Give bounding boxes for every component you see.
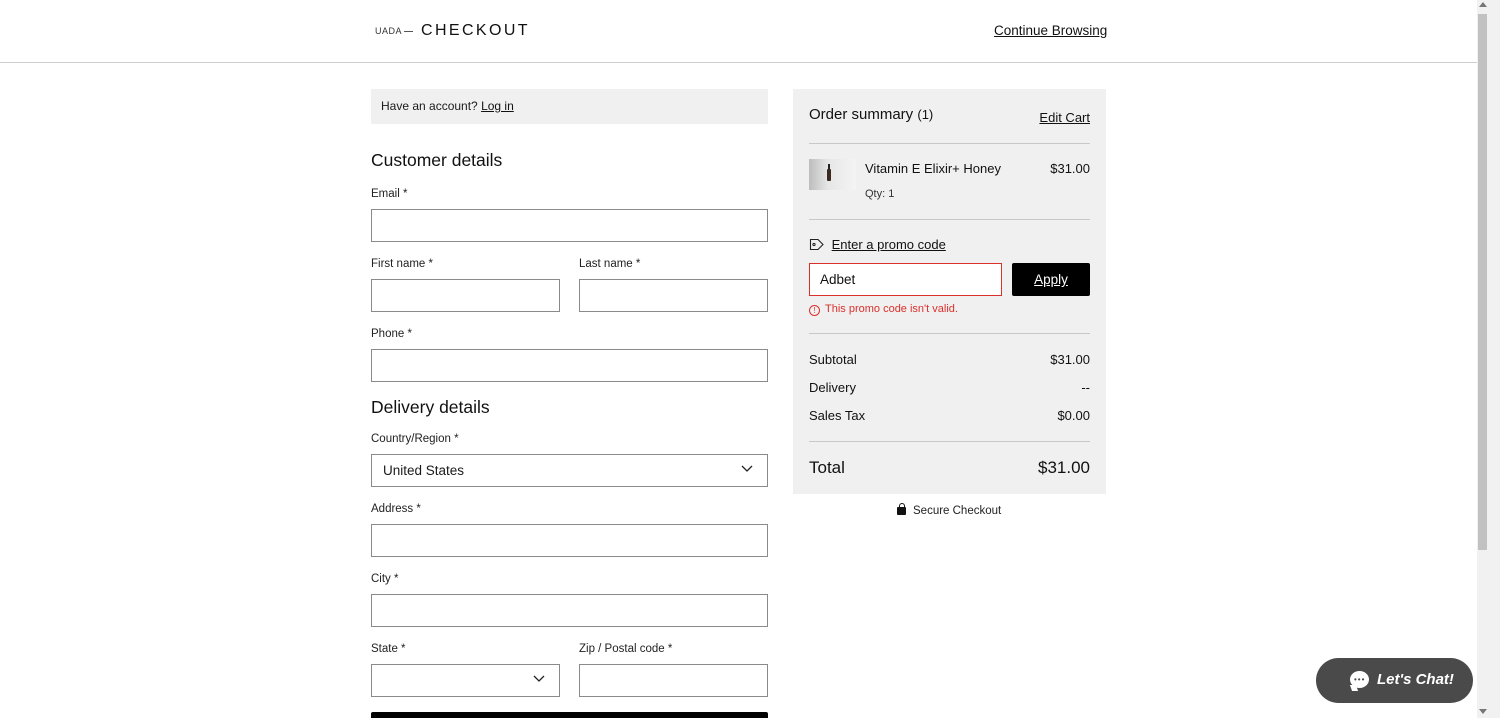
logo-mark-icon (404, 31, 414, 33)
subtotal-label: Subtotal (809, 352, 857, 367)
sales-tax-value: $0.00 (1057, 408, 1090, 423)
country-value: United States (383, 463, 465, 478)
login-prompt: Have an account? (381, 99, 478, 113)
country-label: Country/Region * (371, 433, 459, 445)
promo-code-link[interactable]: Enter a promo code (809, 237, 946, 252)
address-field[interactable] (371, 524, 768, 557)
city-field[interactable] (371, 594, 768, 627)
subtotal-value: $31.00 (1050, 352, 1090, 367)
total-value: $31.00 (1038, 458, 1090, 477)
product-price: $31.00 (1050, 161, 1090, 176)
divider (809, 333, 1090, 334)
scroll-up-arrow-icon[interactable] (1479, 2, 1487, 7)
last-name-label: Last name * (579, 258, 641, 270)
store-logo[interactable]: UADA (375, 26, 414, 36)
item-count: (1) (917, 107, 934, 122)
chevron-down-icon (533, 675, 545, 682)
email-label: Email * (371, 188, 408, 200)
divider (809, 143, 1090, 144)
phone-label: Phone * (371, 328, 412, 340)
product-thumbnail (809, 159, 856, 190)
page-title: CHECKOUT (421, 22, 530, 39)
divider (809, 219, 1090, 220)
continue-button[interactable] (371, 712, 768, 718)
customer-details-title: Customer details (371, 150, 503, 170)
zip-label: Zip / Postal code * (579, 643, 673, 655)
promo-code-input[interactable]: Adbet (809, 263, 1002, 296)
order-summary-label: Order summary (809, 106, 914, 123)
email-field[interactable] (371, 209, 768, 242)
country-select[interactable]: United States (371, 454, 768, 487)
total-label: Total (809, 458, 845, 477)
last-name-field[interactable] (579, 279, 768, 312)
city-label: City * (371, 573, 399, 585)
lock-icon (897, 503, 906, 515)
first-name-field[interactable] (371, 279, 560, 312)
header: UADA CHECKOUT Continue Browsing (0, 0, 1477, 63)
product-qty: Qty: 1 (865, 188, 895, 200)
secure-checkout: Secure Checkout (897, 503, 1002, 517)
delivery-value: -- (1081, 380, 1090, 395)
sales-tax-label: Sales Tax (809, 408, 866, 423)
chat-bubble-icon: ••• (1350, 671, 1369, 688)
promo-error-message: ! This promo code isn't valid. (809, 303, 958, 316)
error-icon: ! (809, 305, 820, 316)
promo-error-text: This promo code isn't valid. (825, 303, 958, 315)
first-name-label: First name * (371, 258, 433, 270)
delivery-label: Delivery (809, 380, 856, 395)
state-label: State * (371, 643, 406, 655)
login-bar: Have an account? Log in (371, 89, 768, 124)
logo-text: UADA (375, 26, 403, 36)
edit-cart-link[interactable]: Edit Cart (1039, 110, 1090, 125)
order-summary: Order summary (1) Edit Cart Vitamin E El… (793, 89, 1106, 494)
checkout-page: UADA CHECKOUT Continue Browsing Have an … (0, 0, 1500, 718)
scroll-down-arrow-icon[interactable] (1479, 709, 1487, 714)
scrollbar-thumb[interactable] (1478, 14, 1487, 550)
secure-checkout-label: Secure Checkout (913, 505, 1002, 517)
chat-button[interactable]: ••• Let's Chat! (1316, 658, 1473, 703)
chevron-down-icon (741, 465, 753, 472)
product-name: Vitamin E Elixir+ Honey (865, 161, 1001, 176)
tag-icon (809, 238, 824, 251)
chat-label: Let's Chat! (1377, 671, 1454, 688)
apply-button[interactable]: Apply (1012, 263, 1090, 296)
phone-field[interactable] (371, 349, 768, 382)
delivery-details-title: Delivery details (371, 397, 490, 417)
divider (809, 441, 1090, 442)
scrollbar[interactable] (1477, 0, 1500, 718)
zip-field[interactable] (579, 664, 768, 697)
login-link[interactable]: Log in (481, 99, 514, 113)
continue-browsing-link[interactable]: Continue Browsing (994, 23, 1107, 38)
order-summary-title: Order summary (1) (809, 106, 933, 123)
promo-code-link-label: Enter a promo code (831, 237, 946, 252)
address-label: Address * (371, 503, 421, 515)
state-select[interactable] (371, 664, 560, 697)
